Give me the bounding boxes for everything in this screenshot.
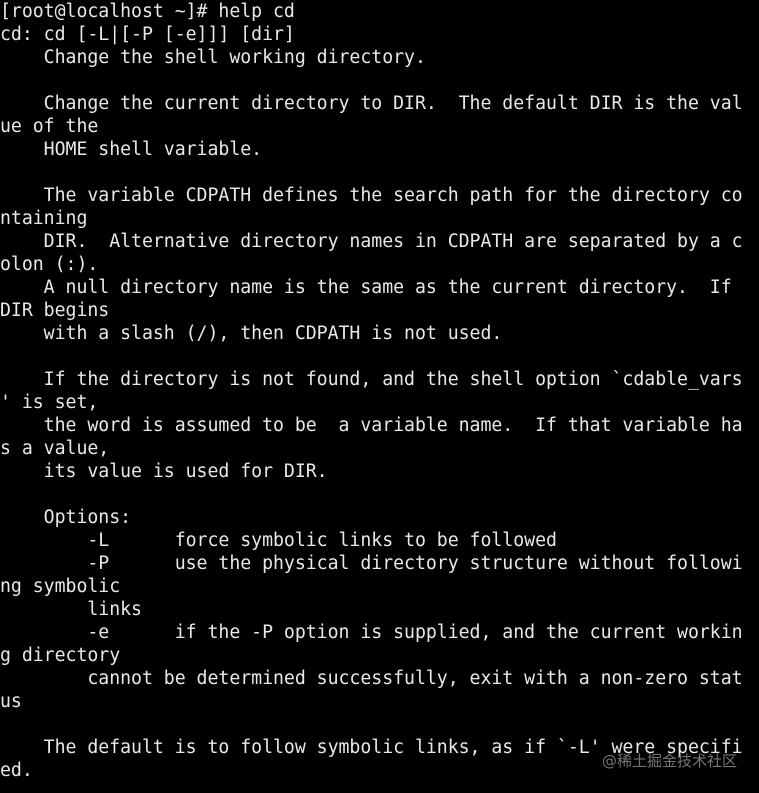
output-line: with a slash (/), then CDPATH is not use…	[0, 323, 503, 344]
output-line: s a value,	[0, 438, 110, 459]
watermark: @稀土掘金技术社区	[601, 752, 737, 770]
output-line: The variable CDPATH defines the search p…	[0, 185, 743, 206]
output-line: cd: cd [-L|[-P [-e]]] [dir]	[0, 24, 295, 45]
output-line: Options:	[0, 507, 132, 528]
output-line: -e if the -P option is supplied, and the…	[0, 622, 743, 643]
terminal-output: [root@localhost ~]# help cd cd: cd [-L|[-…	[0, 0, 759, 782]
output-line: DIR begins	[0, 300, 110, 321]
output-line: ntaining	[0, 208, 88, 229]
output-line: g directory	[0, 645, 121, 666]
output-line: its value is used for DIR.	[0, 461, 328, 482]
output-line: -P use the physical directory structure …	[0, 553, 743, 574]
command-prompt-line: [root@localhost ~]# help cd	[0, 1, 295, 22]
output-line: ng symbolic	[0, 576, 121, 597]
output-line: links	[0, 599, 142, 620]
output-line: olon (:).	[0, 254, 99, 275]
output-line: -L force symbolic links to be followed	[0, 530, 557, 551]
output-line: DIR. Alternative directory names in CDPA…	[0, 231, 743, 252]
output-line: us	[0, 691, 22, 712]
output-line: HOME shell variable.	[0, 139, 263, 160]
terminal-window[interactable]: [root@localhost ~]# help cd cd: cd [-L|[-…	[0, 0, 759, 793]
output-line: If the directory is not found, and the s…	[0, 369, 743, 390]
output-line: A null directory name is the same as the…	[0, 277, 732, 298]
output-line: the word is assumed to be a variable nam…	[0, 415, 743, 436]
output-line: cannot be determined successfully, exit …	[0, 668, 743, 689]
output-line: ue of the	[0, 116, 99, 137]
output-line: Change the current directory to DIR. The…	[0, 93, 743, 114]
output-line: ' is set,	[0, 392, 99, 413]
output-line: Change the shell working directory.	[0, 47, 426, 68]
